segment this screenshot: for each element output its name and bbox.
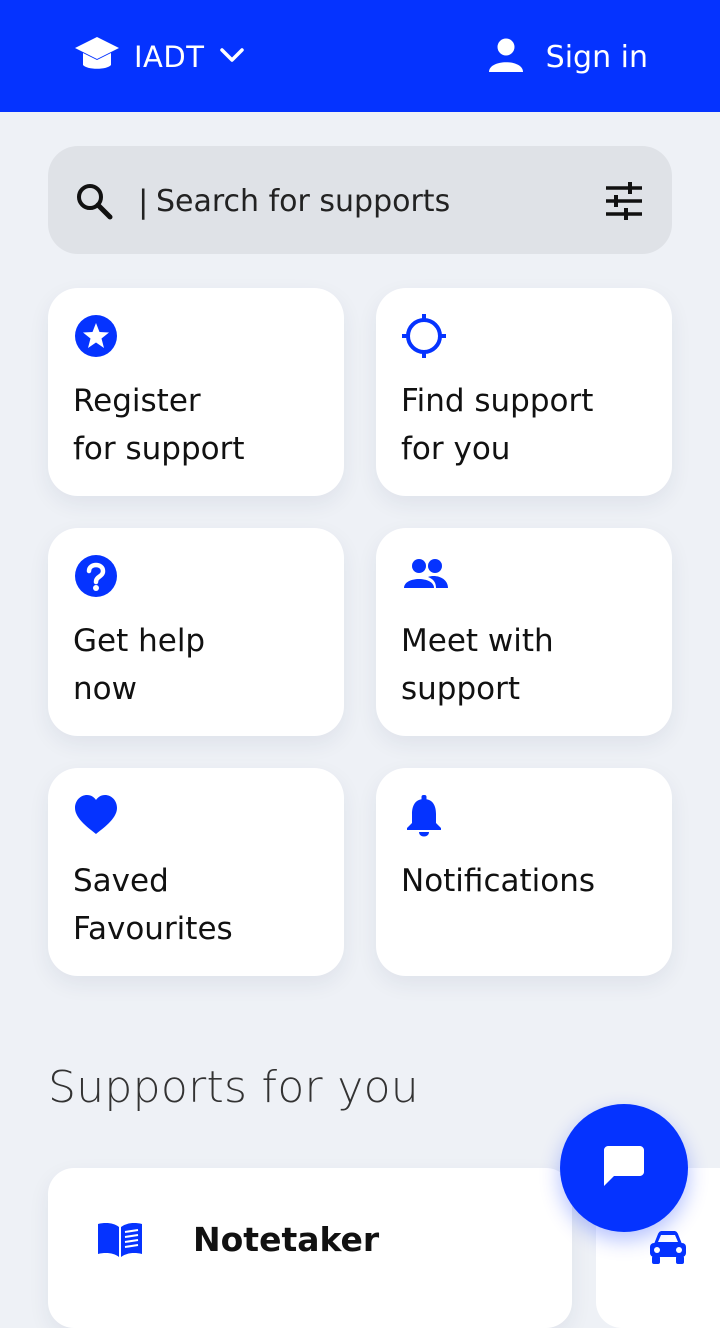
heart-icon <box>74 794 118 838</box>
tile-get-help-now[interactable]: Get help now <box>48 528 344 736</box>
tile-label: Notifications <box>401 863 596 899</box>
tile-label: Find support for you <box>401 383 594 467</box>
chat-fab-button[interactable] <box>560 1104 688 1232</box>
tile-notifications[interactable]: Notifications <box>376 768 672 976</box>
bell-icon <box>402 794 446 838</box>
person-icon <box>488 37 524 77</box>
tile-register-for-support[interactable]: Register for support <box>48 288 344 496</box>
institution-selector[interactable]: IADT <box>74 36 246 78</box>
search-icon <box>74 181 114 225</box>
tile-saved-favourites[interactable]: Saved Favourites <box>48 768 344 976</box>
tile-label: Register for support <box>73 383 245 467</box>
book-icon <box>96 1220 144 1264</box>
search-input[interactable] <box>156 172 586 230</box>
sign-in-label: Sign in <box>545 39 648 75</box>
chat-bubble-icon <box>602 1144 646 1192</box>
crosshair-icon <box>402 314 446 358</box>
graduation-cap-icon <box>74 34 120 80</box>
text-cursor: | <box>138 184 149 220</box>
tile-label: Meet with support <box>401 623 554 707</box>
institution-name: IADT <box>134 40 205 74</box>
section-title: Supports for you <box>48 1062 419 1113</box>
star-badge-icon <box>74 314 118 358</box>
car-icon <box>648 1230 688 1270</box>
chevron-down-icon <box>218 45 246 69</box>
tile-label: Get help now <box>73 623 206 707</box>
tile-label: Saved Favourites <box>73 863 233 947</box>
app-header: IADT Sign in <box>0 0 720 112</box>
filter-sliders-icon[interactable] <box>604 181 644 225</box>
support-card-title: Notetaker <box>193 1220 380 1259</box>
people-icon <box>402 554 448 598</box>
help-circle-icon <box>74 554 118 598</box>
tile-meet-with-support[interactable]: Meet with support <box>376 528 672 736</box>
sign-in-button[interactable]: Sign in <box>488 36 648 78</box>
support-card-notetaker[interactable]: Notetaker <box>48 1168 572 1328</box>
tile-find-support[interactable]: Find support for you <box>376 288 672 496</box>
